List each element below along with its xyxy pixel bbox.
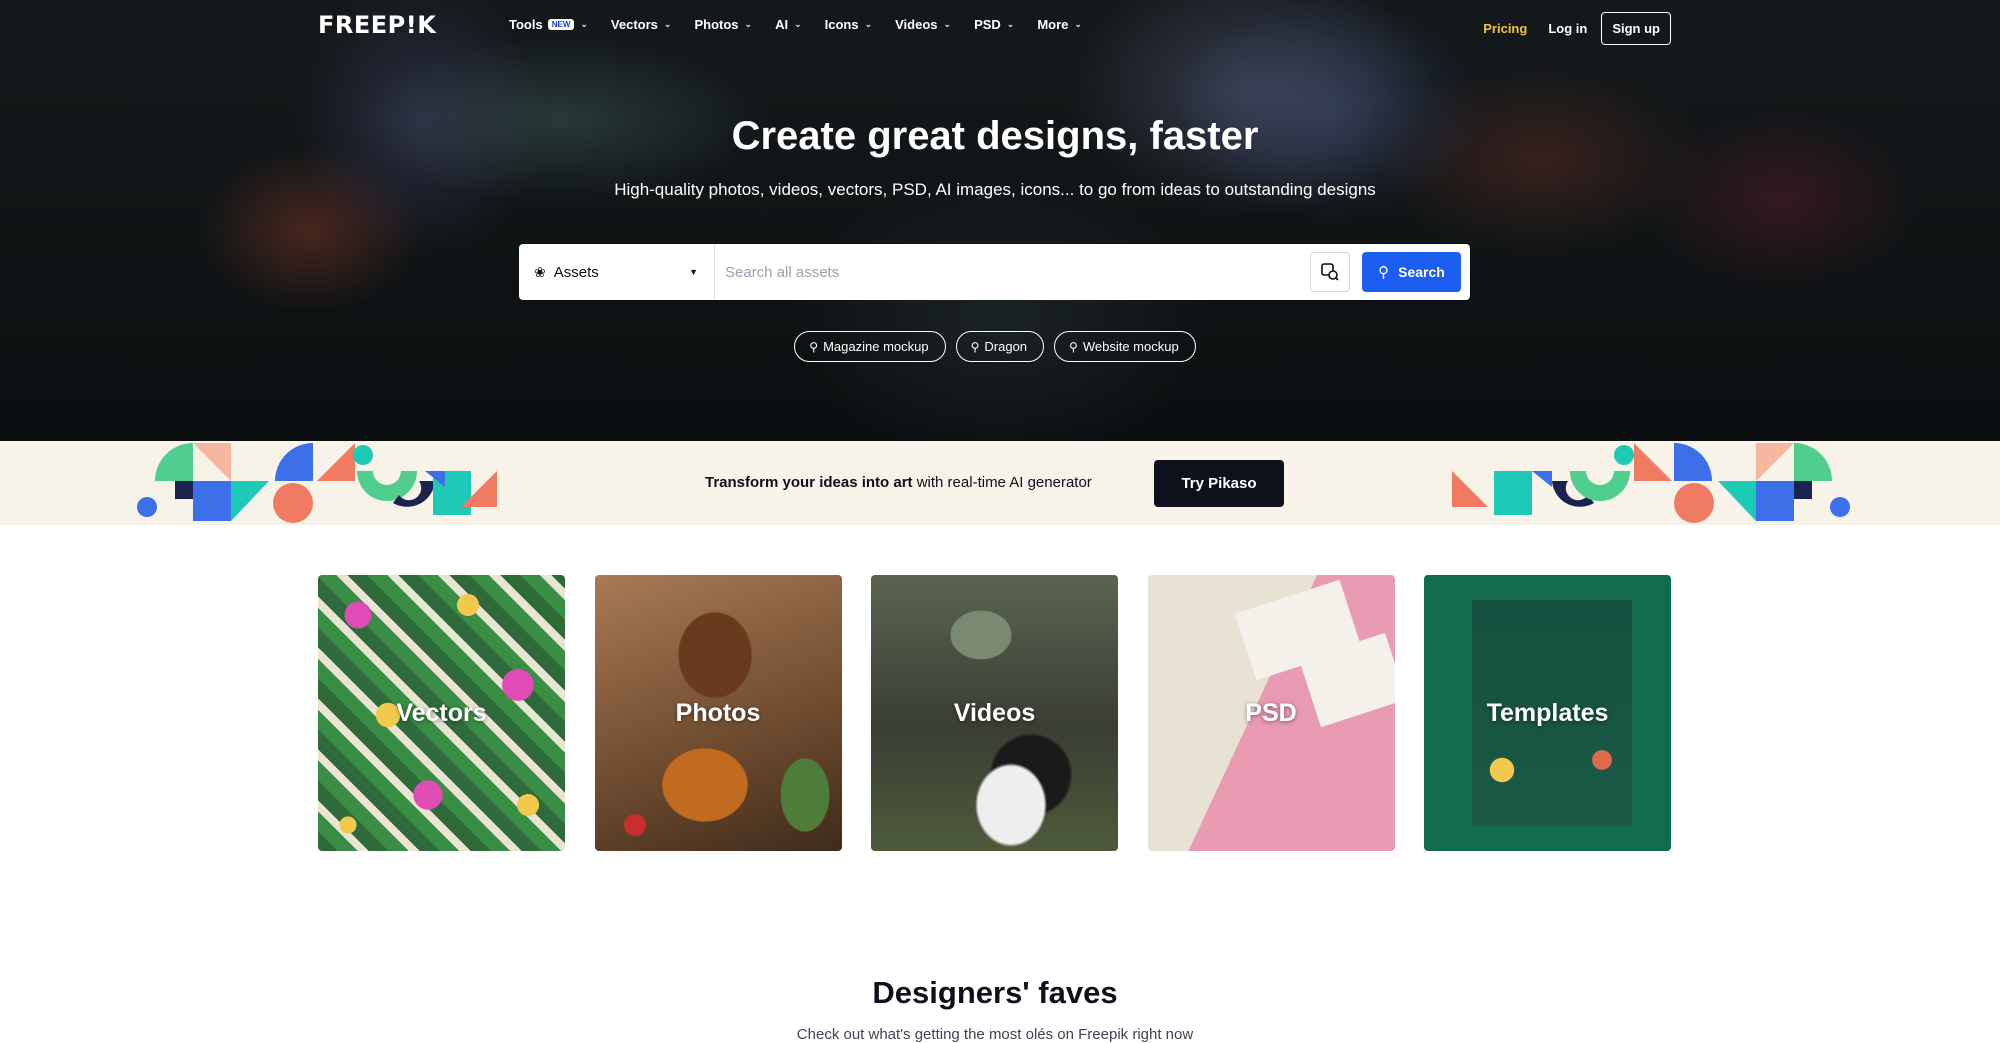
banner-text-rest: with real-time AI generator <box>912 474 1092 491</box>
search-input[interactable] <box>715 244 1310 300</box>
caret-down-icon: ▼ <box>689 267 698 277</box>
category-label: Videos <box>953 698 1036 727</box>
hero-background <box>0 0 2000 441</box>
category-tiles: Vectors Photos Videos PSD Templates <box>318 575 1701 851</box>
category-photos[interactable]: Photos <box>594 575 842 851</box>
hero-title: Create great designs, faster <box>731 114 1259 158</box>
search-button-label: Search <box>1398 264 1445 280</box>
login-link[interactable]: Log in <box>1548 21 1587 36</box>
chevron-down-icon: ⌄ <box>663 19 672 29</box>
menu-item-more[interactable]: More ⌄ <box>1037 17 1082 32</box>
chevron-down-icon: ⌄ <box>794 19 802 29</box>
section-title: Designers' faves <box>872 975 1118 1010</box>
category-label: Vectors <box>396 698 487 727</box>
chevron-down-icon: ⌄ <box>1074 19 1082 29</box>
search-icon: ⚲ <box>970 339 980 354</box>
category-videos[interactable]: Videos <box>871 575 1118 851</box>
category-label: PSD <box>1245 698 1297 727</box>
suggestion-chip[interactable]: ⚲ Dragon <box>955 331 1045 362</box>
signup-button[interactable]: Sign up <box>1601 12 1671 45</box>
pricing-link[interactable]: Pricing <box>1483 21 1527 36</box>
try-pikaso-button[interactable]: Try Pikaso <box>1154 460 1284 507</box>
banner-text-bold: Transform your ideas into art <box>705 474 913 491</box>
category-label: Templates <box>1486 698 1609 727</box>
chevron-down-icon: ⌄ <box>1006 19 1015 29</box>
suggestion-chip[interactable]: ⚲ Website mockup <box>1054 331 1196 362</box>
menu-label: PSD <box>974 17 1001 32</box>
category-psd[interactable]: PSD <box>1147 575 1395 851</box>
menu-item-ai[interactable]: AI ⌄ <box>775 17 802 32</box>
chevron-down-icon: ⌄ <box>580 19 588 29</box>
chip-label: Website mockup <box>1082 339 1179 354</box>
banner-text: Transform your ideas into art with real-… <box>705 474 1092 491</box>
freepik-logo[interactable]: FREEP!K <box>318 11 436 39</box>
category-label: Photos <box>675 698 761 727</box>
account-links: Pricing Log in Sign up <box>1483 12 1671 45</box>
suggestion-chip[interactable]: ⚲ Magazine mockup <box>794 331 946 362</box>
menu-item-icons[interactable]: Icons ⌄ <box>825 17 873 32</box>
hero-section: FREEP!K Tools NEW ⌄ Vectors ⌄ Photos ⌄ A… <box>0 0 2000 441</box>
menu-label: Icons <box>824 17 859 32</box>
main-menu: Tools NEW ⌄ Vectors ⌄ Photos ⌄ AI ⌄ Icon… <box>509 17 1105 32</box>
menu-item-videos[interactable]: Videos ⌄ <box>895 17 951 32</box>
menu-label: Vectors <box>610 17 658 32</box>
geometric-decoration-right <box>1452 443 1850 523</box>
menu-label: More <box>1037 17 1069 32</box>
search-icon: ⚲ <box>1378 264 1390 281</box>
menu-item-psd[interactable]: PSD ⌄ <box>974 17 1014 32</box>
chevron-down-icon: ⌄ <box>864 19 873 29</box>
menu-item-photos[interactable]: Photos ⌄ <box>694 17 752 32</box>
category-vectors[interactable]: Vectors <box>318 575 565 851</box>
menu-label: Photos <box>694 17 739 32</box>
top-nav: FREEP!K Tools NEW ⌄ Vectors ⌄ Photos ⌄ A… <box>0 0 2000 52</box>
chevron-down-icon: ⌄ <box>744 19 753 29</box>
search-suggestions: ⚲ Magazine mockup ⚲ Dragon ⚲ Website moc… <box>0 331 1990 362</box>
asset-type-select[interactable]: ❀ Assets ▼ <box>519 244 715 300</box>
menu-label: Tools <box>509 17 543 32</box>
geometric-decoration-left <box>137 443 497 523</box>
hero-subtitle: High-quality photos, videos, vectors, PS… <box>614 180 1376 199</box>
menu-item-tools[interactable]: Tools NEW ⌄ <box>509 17 588 32</box>
search-button[interactable]: ⚲ Search <box>1362 252 1461 292</box>
search-icon: ⚲ <box>1069 339 1078 354</box>
menu-label: Videos <box>895 17 938 32</box>
assets-icon: ❀ <box>534 263 546 280</box>
image-search-button[interactable] <box>1310 252 1350 292</box>
image-search-icon <box>1321 263 1339 281</box>
new-badge: NEW <box>547 19 575 30</box>
menu-label: AI <box>775 17 789 32</box>
pikaso-banner: Transform your ideas into art with real-… <box>0 441 2000 525</box>
section-subtitle: Check out what's getting the most olés o… <box>796 1026 1194 1043</box>
asset-type-label: Assets <box>553 263 599 281</box>
chevron-down-icon: ⌄ <box>943 19 952 29</box>
chip-label: Magazine mockup <box>823 339 929 354</box>
category-templates[interactable]: Templates <box>1424 575 1671 851</box>
search-bar: ❀ Assets ▼ ⚲ Search <box>519 244 1470 300</box>
chip-label: Dragon <box>984 339 1028 354</box>
search-icon: ⚲ <box>809 339 819 354</box>
menu-item-vectors[interactable]: Vectors ⌄ <box>611 17 672 32</box>
